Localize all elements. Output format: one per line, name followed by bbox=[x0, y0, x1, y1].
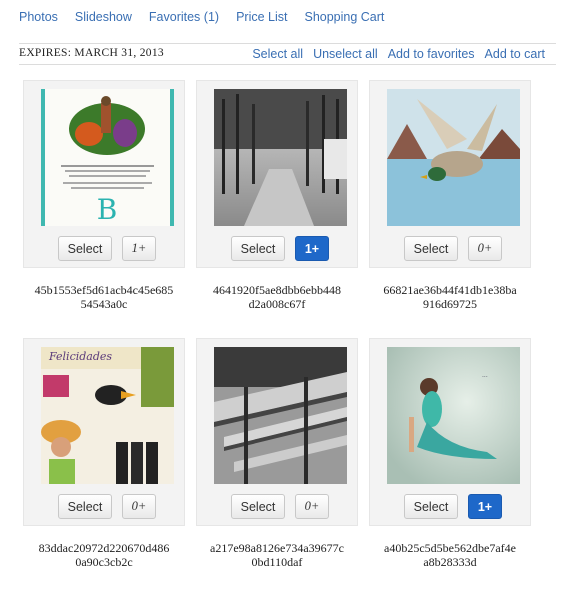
selection-actions: Select all Unselect all Add to favorites… bbox=[242, 47, 545, 61]
nav-photos[interactable]: Photos bbox=[19, 10, 58, 26]
add-to-favorites-link[interactable]: Add to favorites bbox=[388, 47, 475, 61]
photo-filename: 66821ae36b44f41db1e38ba 916d69725 bbox=[369, 283, 531, 311]
filename-line-2: 54543a0c bbox=[80, 297, 128, 311]
photo-card: Select 0+ bbox=[369, 80, 531, 268]
photo-thumbnail[interactable] bbox=[387, 89, 520, 226]
expires-label: EXPIRES: MARCH 31, 2013 bbox=[19, 47, 164, 59]
photo-filename: 45b1553ef5d61acb4c45e685 54543a0c bbox=[23, 283, 185, 311]
photo-thumbnail[interactable]: Felicidades bbox=[41, 347, 174, 484]
nav-slideshow[interactable]: Slideshow bbox=[75, 10, 132, 26]
filename-line-1: 45b1553ef5d61acb4c45e685 bbox=[34, 283, 174, 297]
favorites-count: (1) bbox=[203, 10, 220, 24]
thumbnail-image bbox=[387, 89, 520, 226]
photo-filename: a217e98a8126e734a39677c 0bd110daf bbox=[196, 541, 358, 569]
nav-favorites-label: Favorites bbox=[148, 10, 201, 24]
filename-line-2: a8b28333d bbox=[423, 555, 477, 569]
svg-text:Felicidades: Felicidades bbox=[48, 350, 112, 363]
filename-line-1: a217e98a8126e734a39677c bbox=[210, 541, 344, 555]
filename-line-1: 66821ae36b44f41db1e38ba bbox=[383, 283, 517, 297]
divider-bottom bbox=[19, 64, 556, 65]
top-navigation: Photos Slideshow Favorites (1) Price Lis… bbox=[19, 10, 401, 26]
add-to-cart-link[interactable]: Add to cart bbox=[485, 47, 545, 61]
divider-top bbox=[19, 43, 556, 44]
photo-thumbnail[interactable]: B bbox=[41, 89, 174, 226]
filename-line-1: 4641920f5ae8dbb6ebb448 bbox=[213, 283, 341, 297]
thumbnail-image: Felicidades bbox=[41, 347, 174, 484]
nav-shopping-cart[interactable]: Shopping Cart bbox=[304, 10, 384, 26]
photo-thumbnail[interactable] bbox=[214, 89, 347, 226]
nav-favorites[interactable]: Favorites (1) bbox=[149, 10, 219, 26]
nav-price-list[interactable]: Price List bbox=[236, 10, 287, 26]
select-button[interactable]: Select bbox=[231, 494, 285, 519]
quantity-button[interactable]: 0+ bbox=[295, 494, 329, 519]
svg-text:...: ... bbox=[482, 372, 488, 379]
thumbnail-image bbox=[214, 347, 347, 484]
photo-filename: 4641920f5ae8dbb6ebb448 d2a008c67f bbox=[196, 283, 358, 311]
quantity-button[interactable]: 1+ bbox=[295, 236, 329, 261]
quantity-button[interactable]: 0+ bbox=[122, 494, 156, 519]
filename-line-2: d2a008c67f bbox=[248, 297, 306, 311]
photo-thumbnail[interactable] bbox=[214, 347, 347, 484]
photo-filename: 83ddac20972d220670d486 0a90c3cb2c bbox=[23, 541, 185, 569]
select-button[interactable]: Select bbox=[404, 494, 458, 519]
photo-card: Felicidades Select 0+ bbox=[23, 338, 185, 526]
filename-line-2: 0bd110daf bbox=[251, 555, 303, 569]
filename-line-1: a40b25c5d5be562dbe7af4e bbox=[384, 541, 516, 555]
photo-filename: a40b25c5d5be562dbe7af4e a8b28333d bbox=[369, 541, 531, 569]
thumbnail-image bbox=[214, 89, 347, 226]
select-button[interactable]: Select bbox=[58, 236, 112, 261]
photo-card: Select 0+ bbox=[196, 338, 358, 526]
filename-line-1: 83ddac20972d220670d486 bbox=[38, 541, 170, 555]
photo-card: Select 1+ bbox=[196, 80, 358, 268]
photo-thumbnail[interactable]: ... bbox=[387, 347, 520, 484]
quantity-button[interactable]: 1+ bbox=[468, 494, 502, 519]
quantity-button[interactable]: 1+ bbox=[122, 236, 156, 261]
filename-line-2: 0a90c3cb2c bbox=[75, 555, 133, 569]
select-button[interactable]: Select bbox=[404, 236, 458, 261]
quantity-button[interactable]: 0+ bbox=[468, 236, 502, 261]
photo-card: B Select 1+ bbox=[23, 80, 185, 268]
select-button[interactable]: Select bbox=[231, 236, 285, 261]
select-all-link[interactable]: Select all bbox=[252, 47, 303, 61]
thumbnail-image: ... bbox=[387, 347, 520, 484]
thumbnail-image: B bbox=[41, 89, 174, 226]
unselect-all-link[interactable]: Unselect all bbox=[313, 47, 378, 61]
select-button[interactable]: Select bbox=[58, 494, 112, 519]
filename-line-2: 916d69725 bbox=[423, 297, 477, 311]
svg-text:B: B bbox=[97, 193, 118, 226]
photo-card: ... Select 1+ bbox=[369, 338, 531, 526]
